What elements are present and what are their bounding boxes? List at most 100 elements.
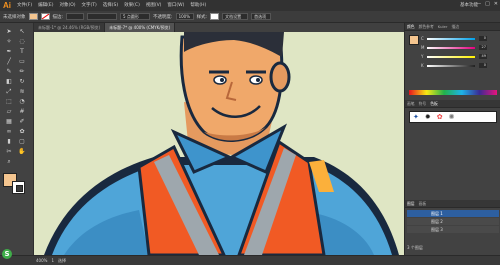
layer-name: 图层 1	[431, 211, 443, 216]
selection-icon[interactable]: ➤	[4, 27, 14, 36]
tab-brushes[interactable]: 画笔	[407, 101, 415, 107]
slider-y[interactable]: Y 49	[421, 54, 487, 59]
close-icon[interactable]: ✕	[494, 1, 498, 7]
tab-artboards[interactable]: 画板	[419, 201, 427, 207]
layer-count: 3 个图层	[407, 245, 423, 250]
width-icon[interactable]: ≋	[17, 87, 27, 96]
window-controls: — □ ✕	[476, 1, 498, 7]
style-label: 样式:	[196, 14, 208, 20]
page-number[interactable]: 1	[51, 258, 54, 263]
tab-document-7[interactable]: 未标题-7* @ 400% (CMYK/预览)	[105, 23, 176, 32]
rectangle-icon[interactable]: ▭	[17, 57, 27, 66]
selection-status: 未选择对象	[3, 14, 26, 20]
free-transform-icon[interactable]: ⬚	[4, 97, 14, 106]
slider-track[interactable]	[427, 65, 475, 67]
menu-window[interactable]: 窗口(W)	[164, 0, 187, 11]
brush-swatch-splat[interactable]: ✹	[425, 113, 431, 121]
tab-swatches[interactable]: 色板	[430, 101, 438, 107]
slider-value[interactable]: 49	[479, 54, 487, 59]
slice-icon[interactable]: ✂	[4, 147, 14, 156]
brush-dropdown[interactable]: 5 点圆形	[120, 13, 151, 20]
control-bar: 未选择对象 描边: 5 点圆形 不透明度: 100% 样式: 文档设置 首选项	[0, 11, 500, 23]
tab-kuler[interactable]: Kuler	[438, 24, 448, 29]
menu-file[interactable]: 文件(F)	[14, 0, 35, 11]
tab-color[interactable]: 颜色	[407, 24, 415, 30]
tab-stroke[interactable]: 描边	[451, 24, 459, 30]
maximize-icon[interactable]: □	[485, 1, 490, 7]
fill-stroke-selector[interactable]	[3, 173, 29, 195]
slider-label: C	[421, 36, 424, 41]
zoom-icon[interactable]: ⌕	[4, 157, 14, 166]
app-logo: Ai	[3, 1, 11, 10]
document-tabs: 未标题-1* @ 24.46% (RGB/预览) 未标题-7* @ 400% (…	[34, 23, 404, 32]
menu-view[interactable]: 视图(V)	[143, 0, 165, 11]
menu-edit[interactable]: 编辑(E)	[35, 0, 56, 11]
line-icon[interactable]: ╱	[4, 57, 14, 66]
variable-width-dropdown[interactable]	[87, 13, 118, 20]
worker-illustration	[44, 32, 399, 255]
graph-icon[interactable]: ▮	[4, 137, 14, 146]
preferences-button[interactable]: 首选项	[251, 13, 272, 20]
slider-value[interactable]: 0	[479, 36, 487, 41]
brush-swatch-flower[interactable]: ✿	[437, 113, 443, 121]
rotate-icon[interactable]: ↻	[17, 77, 27, 86]
stroke-color-box[interactable]	[12, 181, 25, 194]
pen-icon[interactable]: ✒	[4, 47, 14, 56]
stroke-width-field[interactable]	[66, 13, 85, 20]
shape-builder-icon[interactable]: ◔	[17, 97, 27, 106]
slider-track[interactable]	[427, 38, 475, 40]
lasso-icon[interactable]: ◌	[17, 37, 27, 46]
opacity-field[interactable]: 100%	[175, 13, 194, 20]
tab-color-guide[interactable]: 颜色参考	[419, 24, 434, 30]
slider-value[interactable]: 0	[479, 63, 487, 68]
brush-library: ✦ ✹ ✿ ✺	[409, 111, 497, 123]
zoom-level[interactable]: 400%	[36, 258, 47, 263]
menu-type[interactable]: 文字(T)	[79, 0, 100, 11]
gradient-icon[interactable]: ▦	[4, 117, 14, 126]
color-panel-fill[interactable]	[409, 35, 419, 45]
layer-row-3[interactable]: 图层 3	[407, 226, 499, 233]
layer-row-1[interactable]: 图层 1	[407, 210, 499, 217]
symbol-sprayer-icon[interactable]: ✿	[17, 127, 27, 136]
slider-track[interactable]	[427, 47, 475, 49]
fill-swatch[interactable]	[28, 13, 38, 20]
scale-icon[interactable]: ⤢	[4, 87, 14, 96]
slider-label: Y	[421, 54, 424, 59]
tab-layers[interactable]: 图层	[407, 201, 415, 207]
status-bar: 400% 1 选择	[0, 255, 500, 265]
right-panels: 颜色 颜色参考 Kuler 描边 C 0 M 27 Y 49 K 0 画笔 符号 色板 ✦ ✹…	[404, 23, 500, 255]
menu-effect[interactable]: 效果(C)	[121, 0, 143, 11]
direct-select-icon[interactable]: ↖	[17, 27, 27, 36]
paintbrush-icon[interactable]: ✎	[4, 67, 14, 76]
layer-row-2[interactable]: 图层 2	[407, 218, 499, 225]
slider-value[interactable]: 27	[479, 45, 487, 50]
stroke-swatch[interactable]	[40, 13, 50, 20]
slider-track[interactable]	[427, 56, 475, 58]
menu-object[interactable]: 对象(O)	[56, 0, 78, 11]
menu-help[interactable]: 帮助(H)	[187, 0, 209, 11]
style-swatch[interactable]	[210, 13, 220, 20]
artboard-canvas[interactable]	[34, 32, 404, 255]
type-icon[interactable]: T	[17, 47, 27, 56]
magic-wand-icon[interactable]: ✧	[4, 37, 14, 46]
slider-k[interactable]: K0	[421, 63, 487, 68]
blend-icon[interactable]: ∞	[4, 127, 14, 136]
mesh-icon[interactable]: #	[17, 107, 27, 116]
slider-c[interactable]: C0	[421, 36, 487, 41]
hand-icon[interactable]: ✋	[17, 147, 27, 156]
eraser-icon[interactable]: ◧	[4, 77, 14, 86]
minimize-icon[interactable]: —	[476, 1, 481, 7]
eyedropper-icon[interactable]: ✐	[17, 117, 27, 126]
brush-swatch-blue[interactable]: ✦	[413, 113, 419, 121]
slider-m[interactable]: M 27	[421, 45, 487, 50]
color-spectrum[interactable]	[409, 90, 497, 95]
perspective-icon[interactable]: ▱	[4, 107, 14, 116]
ime-indicator[interactable]: S	[2, 249, 12, 259]
menu-select[interactable]: 选择(S)	[100, 0, 121, 11]
tab-symbols[interactable]: 符号	[419, 101, 427, 107]
doc-setup-button[interactable]: 文档设置	[222, 13, 249, 20]
pencil-icon[interactable]: ✏	[17, 67, 27, 76]
tab-document-1[interactable]: 未标题-1* @ 24.46% (RGB/预览)	[34, 23, 106, 32]
brush-swatch-gear[interactable]: ✺	[449, 113, 455, 121]
artboard-icon[interactable]: ▢	[17, 137, 27, 146]
